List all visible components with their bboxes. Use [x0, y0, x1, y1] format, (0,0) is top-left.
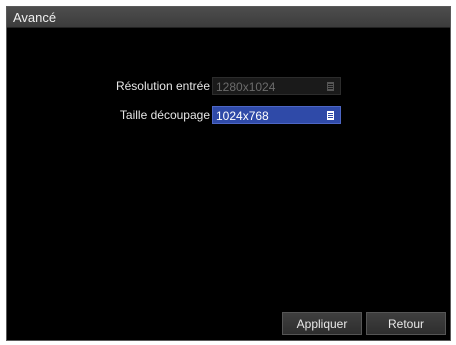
- crop-size-label: Taille découpage: [119, 108, 210, 122]
- input-resolution-label: Résolution entrée: [115, 79, 210, 93]
- advanced-settings-window: Avancé Résolution entrée 1280x1024 Taill…: [6, 6, 451, 341]
- button-bar: Appliquer Retour: [282, 312, 446, 335]
- dropdown-list-icon: [327, 111, 334, 120]
- dropdown-list-icon: [327, 82, 334, 91]
- crop-size-value: 1024x768: [216, 109, 269, 123]
- input-resolution-row: Résolution entrée 1280x1024: [7, 77, 450, 95]
- back-button[interactable]: Retour: [366, 312, 446, 335]
- title-bar: Avancé: [7, 7, 450, 28]
- crop-size-row: Taille découpage 1024x768: [7, 106, 450, 124]
- window-title: Avancé: [13, 10, 57, 25]
- apply-button[interactable]: Appliquer: [282, 312, 362, 335]
- crop-size-select[interactable]: 1024x768: [212, 106, 341, 124]
- input-resolution-value: 1280x1024: [216, 80, 276, 94]
- input-resolution-select: 1280x1024: [212, 77, 341, 95]
